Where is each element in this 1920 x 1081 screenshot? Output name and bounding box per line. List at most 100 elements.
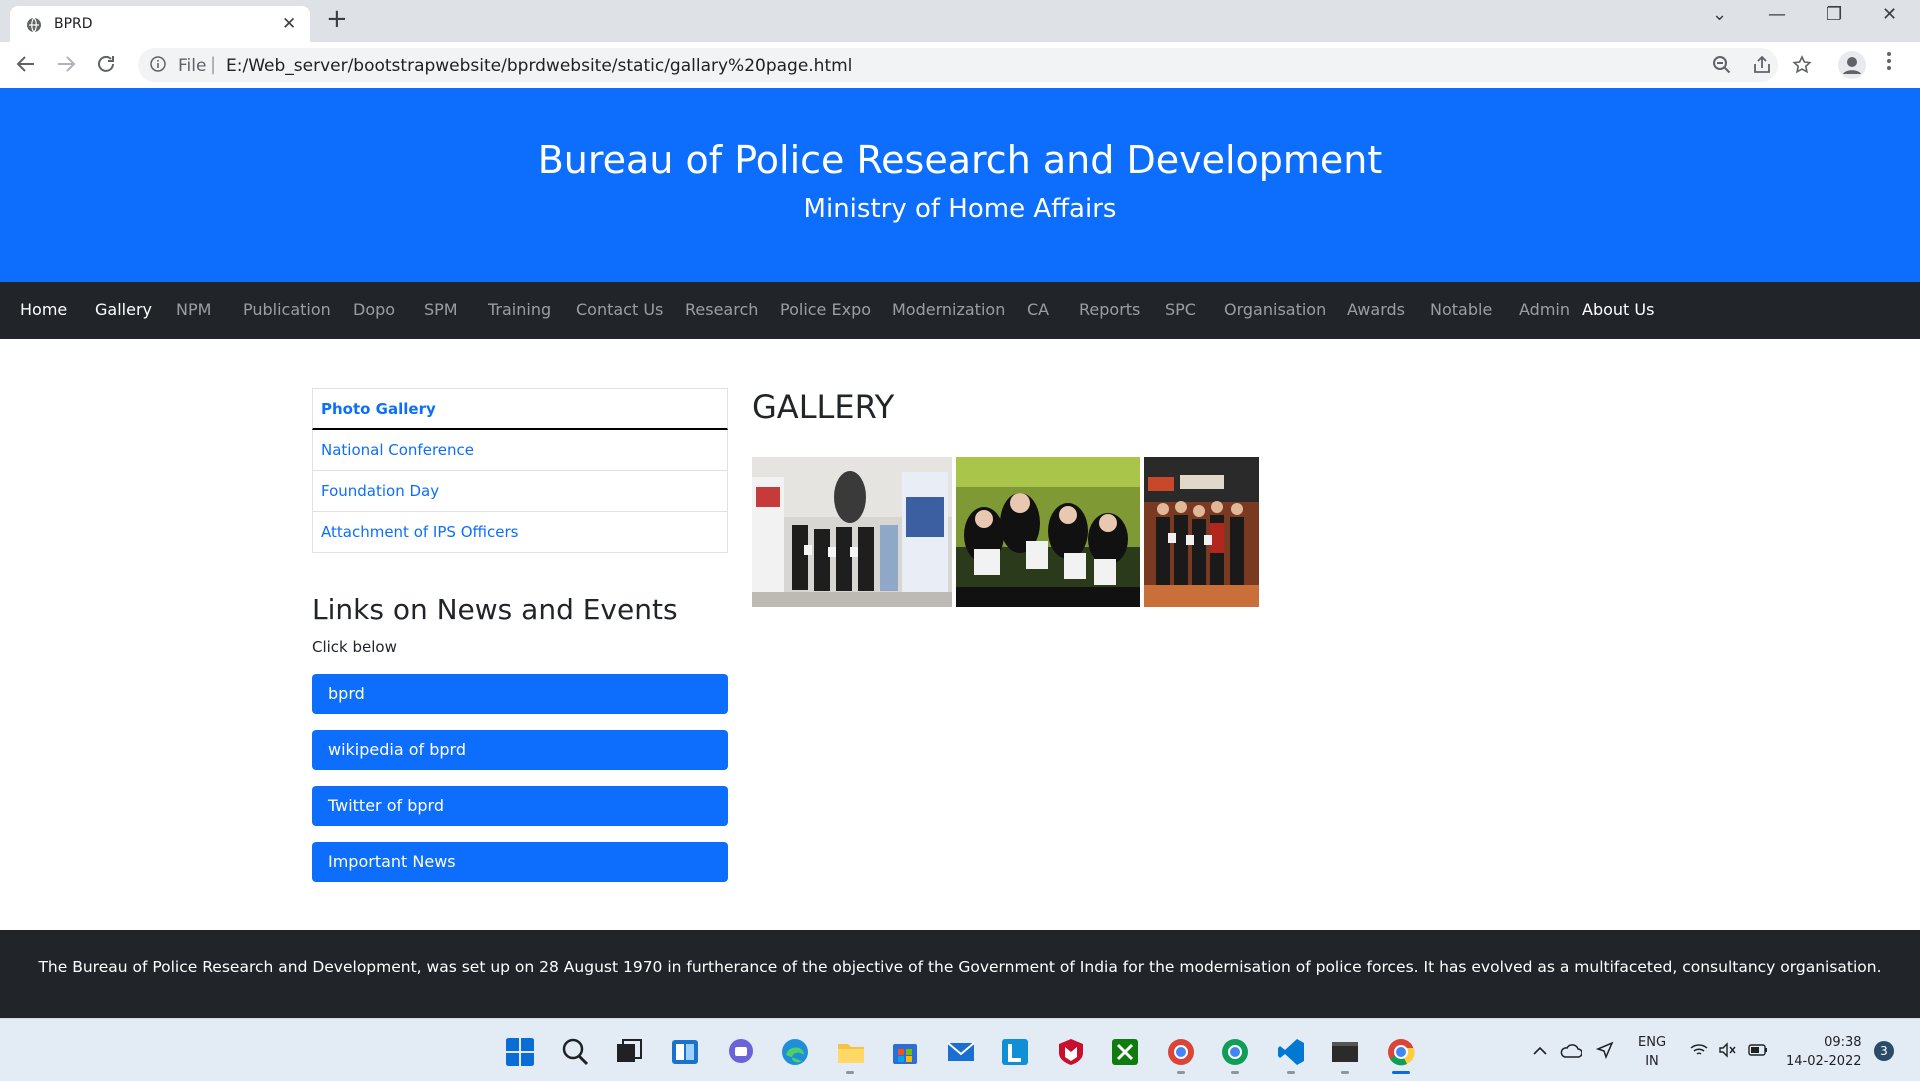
link-wikipedia-button[interactable]: wikipedia of bprd [312,730,728,770]
gallery-photo-1[interactable] [752,457,952,607]
active-app-indicator [1392,1071,1410,1074]
speaker-muted-icon[interactable] [1718,1041,1736,1059]
restore-button[interactable]: ❐ [1826,4,1842,25]
chrome-profile-2-icon[interactable] [1220,1037,1250,1067]
file-explorer-icon[interactable] [836,1037,866,1067]
tab-title: BPRD [54,16,93,32]
minimize-button[interactable]: — [1768,4,1786,25]
running-indicator [1341,1071,1349,1074]
gallery-photo-3[interactable] [1144,457,1259,607]
venture-championship-photo [956,457,1140,607]
edge-browser-icon[interactable] [780,1037,810,1067]
nav-modernization[interactable]: Modernization [892,300,1005,319]
start-button-icon[interactable] [505,1037,535,1067]
share-icon[interactable] [1752,55,1772,75]
browser-tab-strip: BPRD ✕ + ⌄ — ❐ ✕ [0,0,1920,42]
clock-time: 09:38 [1824,1035,1862,1050]
microsoft-store-icon[interactable] [890,1037,920,1067]
nav-police-expo[interactable]: Police Expo [780,300,871,319]
info-icon[interactable] [150,56,166,72]
person-icon [1843,57,1861,74]
back-arrow-icon[interactable] [14,52,38,76]
list-item-ips-attachment[interactable]: Attachment of IPS Officers [312,512,728,553]
clock-date: 14-02-2022 [1786,1054,1862,1069]
onedrive-cloud-icon[interactable] [1560,1043,1582,1059]
nav-awards[interactable]: Awards [1347,300,1405,319]
tab-search-icon[interactable]: ⌄ [1712,4,1727,25]
nav-home[interactable]: Home [20,300,67,319]
lang-code: ENG [1638,1035,1667,1050]
close-window-button[interactable]: ✕ [1882,4,1897,25]
nav-gallery[interactable]: Gallery [95,300,152,319]
links-subtext: Click below [312,638,397,656]
nav-publication[interactable]: Publication [243,300,331,319]
link-bprd-button[interactable]: bprd [312,674,728,714]
running-indicator [1287,1071,1295,1074]
url-text[interactable]: E:/Web_server/bootstrapwebsite/bprdwebsi… [226,56,852,76]
nav-research[interactable]: Research [685,300,758,319]
vscode-icon[interactable] [1276,1037,1306,1067]
widgets-icon[interactable] [670,1037,700,1067]
region-code: IN [1645,1054,1659,1069]
list-item-foundation-day[interactable]: Foundation Day [312,471,728,512]
site-footer: The Bureau of Police Research and Develo… [0,930,1920,1018]
list-item-photo-gallery[interactable]: Photo Gallery [312,388,728,430]
bookmark-star-icon[interactable] [1792,55,1812,75]
site-subtitle: Ministry of Home Affairs [803,194,1117,224]
chevron-up-icon[interactable] [1532,1043,1548,1059]
profile-avatar-icon[interactable] [1838,51,1866,79]
globe-icon [27,17,41,33]
forward-arrow-icon[interactable] [54,52,78,76]
omnibox[interactable]: File | E:/Web_server/bootstrapwebsite/bp… [138,48,1812,82]
nav-contact-us[interactable]: Contact Us [576,300,663,319]
close-tab-icon[interactable]: ✕ [282,14,296,34]
system-clock[interactable]: 09:38 14-02-2022 [1786,1033,1862,1071]
running-indicator [846,1071,854,1074]
wifi-icon[interactable] [1690,1043,1708,1057]
gallery-heading: GALLERY [752,388,895,426]
mail-icon[interactable] [946,1037,976,1067]
nav-about-us[interactable]: About Us [1582,300,1654,319]
l-app-icon[interactable] [1000,1037,1030,1067]
header-banner: Bureau of Police Research and Developmen… [0,88,1920,282]
nav-spc[interactable]: SPC [1165,300,1196,319]
nav-reports[interactable]: Reports [1079,300,1140,319]
battery-icon[interactable] [1748,1043,1768,1057]
nav-npm[interactable]: NPM [176,300,211,319]
notification-badge[interactable]: 3 [1874,1041,1894,1061]
gallery-photo-2[interactable] [956,457,1140,607]
new-tab-button[interactable]: + [326,4,348,34]
mcafee-icon[interactable] [1056,1037,1086,1067]
nav-training[interactable]: Training [488,300,551,319]
link-important-news-button[interactable]: Important News [312,842,728,882]
link-twitter-button[interactable]: Twitter of bprd [312,786,728,826]
nav-organisation[interactable]: Organisation [1224,300,1326,319]
address-bar-row: File | E:/Web_server/bootstrapwebsite/bp… [0,42,1920,89]
task-view-icon[interactable] [614,1037,644,1067]
zoom-icon[interactable] [1712,55,1732,75]
nav-admin[interactable]: Admin [1519,300,1570,319]
nav-spm[interactable]: SPM [424,300,458,319]
nav-ca[interactable]: CA [1027,300,1049,319]
chrome-profile-icon[interactable] [1166,1037,1196,1067]
chrome-icon[interactable] [1386,1037,1416,1067]
search-icon[interactable] [560,1037,590,1067]
links-heading: Links on News and Events [312,593,678,626]
gallery-category-list: Photo Gallery National Conference Founda… [312,388,728,553]
footer-text: The Bureau of Police Research and Develo… [38,958,1882,976]
browser-menu-icon[interactable] [1886,50,1892,72]
browser-tab[interactable]: BPRD ✕ [10,6,310,42]
location-send-icon[interactable] [1596,1041,1614,1059]
main-navbar: Home Gallery NPM Publication Dopo SPM Tr… [0,282,1920,339]
running-indicator [1177,1071,1185,1074]
input-language[interactable]: ENG IN [1638,1033,1666,1071]
teams-chat-icon[interactable] [726,1037,756,1067]
list-item-national-conference[interactable]: National Conference [312,430,728,471]
url-separator: | [210,54,217,75]
nav-notable[interactable]: Notable [1430,300,1492,319]
nav-dopo[interactable]: Dopo [353,300,395,319]
xbox-icon[interactable] [1110,1037,1140,1067]
web-page: Bureau of Police Research and Developmen… [0,88,1920,1018]
reload-icon[interactable] [94,52,118,76]
terminal-icon[interactable] [1330,1037,1360,1067]
